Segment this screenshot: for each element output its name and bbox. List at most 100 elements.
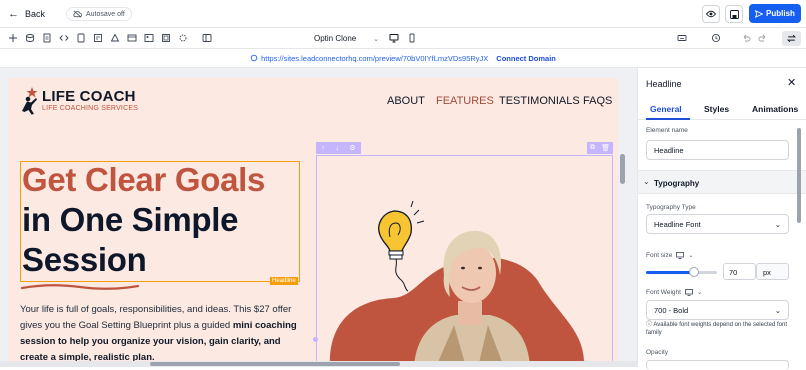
font-size-label: Font size xyxy=(646,252,673,259)
headline-line-2: in One Simple xyxy=(22,201,239,238)
hero-headline[interactable]: Get Clear Goals in One Simple Session xyxy=(22,160,302,280)
back-button[interactable]: ← Back xyxy=(8,8,45,20)
slider-knob[interactable] xyxy=(689,267,700,277)
publish-button[interactable]: Publish xyxy=(749,4,801,23)
desktop-icon[interactable] xyxy=(389,33,399,43)
gallery-icon[interactable] xyxy=(161,33,171,43)
editor-toolbar xyxy=(0,28,806,49)
sidebar-toggle-icon[interactable] xyxy=(202,33,212,43)
image-element-toolbar[interactable]: ↑ ↓ ⚙ xyxy=(316,142,361,154)
settings-icon[interactable]: ⚙ xyxy=(349,144,355,152)
code-icon[interactable] xyxy=(59,33,69,43)
editor-canvas: LIFE COACH LIFE COACHING SERVICES ABOUT … xyxy=(0,68,637,367)
canvas-horizontal-scrollbar[interactable] xyxy=(0,361,637,367)
tab-general[interactable]: General xyxy=(650,104,682,114)
page-icon[interactable] xyxy=(42,33,52,43)
chevron-down-icon: ⌄ xyxy=(373,35,379,43)
hero-body-text: Your life is full of goals, responsibili… xyxy=(20,302,305,366)
element-name-input[interactable]: Headline xyxy=(646,140,789,160)
image-icon[interactable] xyxy=(144,33,154,43)
refresh-icon[interactable] xyxy=(250,54,258,62)
canvas-vertical-scrollbar[interactable] xyxy=(620,154,625,184)
plus-icon[interactable] xyxy=(8,33,18,43)
nav-item-features[interactable]: FEATURES xyxy=(436,95,494,107)
scrollbar-thumb[interactable] xyxy=(150,362,400,366)
close-icon[interactable]: ✕ xyxy=(787,76,796,89)
font-size-slider[interactable] xyxy=(646,267,717,277)
eye-icon xyxy=(706,10,716,18)
panel-toggle-button[interactable] xyxy=(782,31,801,46)
form-icon[interactable] xyxy=(93,33,103,43)
properties-panel: Headline ✕ General Styles Animations Ele… xyxy=(637,68,806,370)
mobile-icon[interactable] xyxy=(407,33,417,43)
save-button[interactable] xyxy=(725,5,743,23)
nav-item-testimonials[interactable]: TESTIMONIALS xyxy=(499,95,580,107)
headline-line-1: Get Clear Goals xyxy=(22,161,266,198)
shapes-icon[interactable] xyxy=(110,33,120,43)
typography-type-label: Typography Type xyxy=(646,204,696,211)
font-weight-label-row: Font Weight ⌄ xyxy=(646,289,702,296)
resize-handle[interactable] xyxy=(313,337,318,342)
font-size-unit-select[interactable]: px xyxy=(756,263,789,280)
preview-button[interactable] xyxy=(702,5,720,23)
chevron-down-icon: ⌄ xyxy=(643,177,650,186)
tab-animations[interactable]: Animations xyxy=(752,104,798,114)
font-size-label-row: Font size ⌄ xyxy=(646,252,693,259)
font-weight-note: ⓘ Available font weights depend on the s… xyxy=(646,321,796,337)
panel-title: Headline xyxy=(646,79,682,89)
media-icon[interactable] xyxy=(127,33,137,43)
save-icon xyxy=(729,9,739,19)
top-bar: ← Back Autosave off Publish xyxy=(0,0,806,28)
element-name-label: Element name xyxy=(646,127,688,134)
typography-section-header[interactable]: ⌄ Typography xyxy=(638,170,806,194)
keyboard-icon[interactable] xyxy=(677,33,687,43)
image-selection-box[interactable] xyxy=(316,155,613,367)
chevron-down-icon: ⌄ xyxy=(774,305,781,315)
undo-icon[interactable] xyxy=(741,33,751,43)
logo-subtitle: LIFE COACHING SERVICES xyxy=(42,105,139,112)
nav-item-about[interactable]: ABOUT xyxy=(387,95,425,107)
layers-icon[interactable] xyxy=(25,33,35,43)
image-element-actions[interactable]: ⧉ 🗑 xyxy=(587,142,613,154)
move-down-icon[interactable]: ↓ xyxy=(335,145,339,152)
back-label: Back xyxy=(25,9,46,19)
font-weight-select[interactable]: 700 - Bold ⌄ xyxy=(646,300,789,320)
font-weight-label: Font Weight xyxy=(646,289,681,296)
font-size-input[interactable]: 70 xyxy=(723,263,756,280)
typography-type-value: Headline Font xyxy=(654,219,701,229)
document-icon[interactable] xyxy=(76,33,86,43)
connect-domain-link[interactable]: Connect Domain xyxy=(496,54,556,63)
settings-gear-icon[interactable] xyxy=(178,33,188,43)
desktop-icon[interactable] xyxy=(685,289,693,296)
history-icon[interactable] xyxy=(711,33,721,43)
typography-type-select[interactable]: Headline Font ⌄ xyxy=(646,214,789,234)
logo-title: LIFE COACH xyxy=(42,88,136,105)
site-logo[interactable]: LIFE COACH LIFE COACHING SERVICES xyxy=(20,86,140,118)
active-tab-indicator xyxy=(646,118,690,120)
cloud-off-icon xyxy=(73,10,82,18)
headline-line-3: Session xyxy=(22,241,147,278)
chevron-down-icon[interactable]: ⌄ xyxy=(697,289,702,296)
preview-url-link[interactable]: https://sites.leadconnectorhq.com/previe… xyxy=(261,54,488,63)
move-up-icon[interactable]: ↑ xyxy=(321,145,325,152)
chevron-down-icon[interactable]: ⌄ xyxy=(688,252,693,259)
publish-label: Publish xyxy=(766,9,795,18)
arrow-left-icon: ← xyxy=(8,8,19,20)
person-star-icon xyxy=(22,87,38,115)
nav-item-faqs[interactable]: FAQS xyxy=(583,95,612,107)
autosave-toggle[interactable]: Autosave off xyxy=(66,7,132,21)
underline-squiggle xyxy=(20,284,140,290)
redo-icon[interactable] xyxy=(758,33,768,43)
element-name-value: Headline xyxy=(654,145,684,155)
template-select[interactable]: Optin Clone ⌄ xyxy=(314,32,379,45)
opacity-input[interactable] xyxy=(646,360,789,370)
trash-icon[interactable]: 🗑 xyxy=(601,144,610,152)
panel-scrollbar[interactable] xyxy=(797,128,801,223)
send-icon xyxy=(755,9,764,18)
template-select-value: Optin Clone xyxy=(314,34,357,43)
swap-icon xyxy=(787,34,796,43)
copy-icon[interactable]: ⧉ xyxy=(590,144,595,152)
desktop-icon[interactable] xyxy=(676,252,685,259)
font-weight-note-text: Available font weights depend on the sel… xyxy=(646,322,787,336)
tab-styles[interactable]: Styles xyxy=(704,104,729,114)
